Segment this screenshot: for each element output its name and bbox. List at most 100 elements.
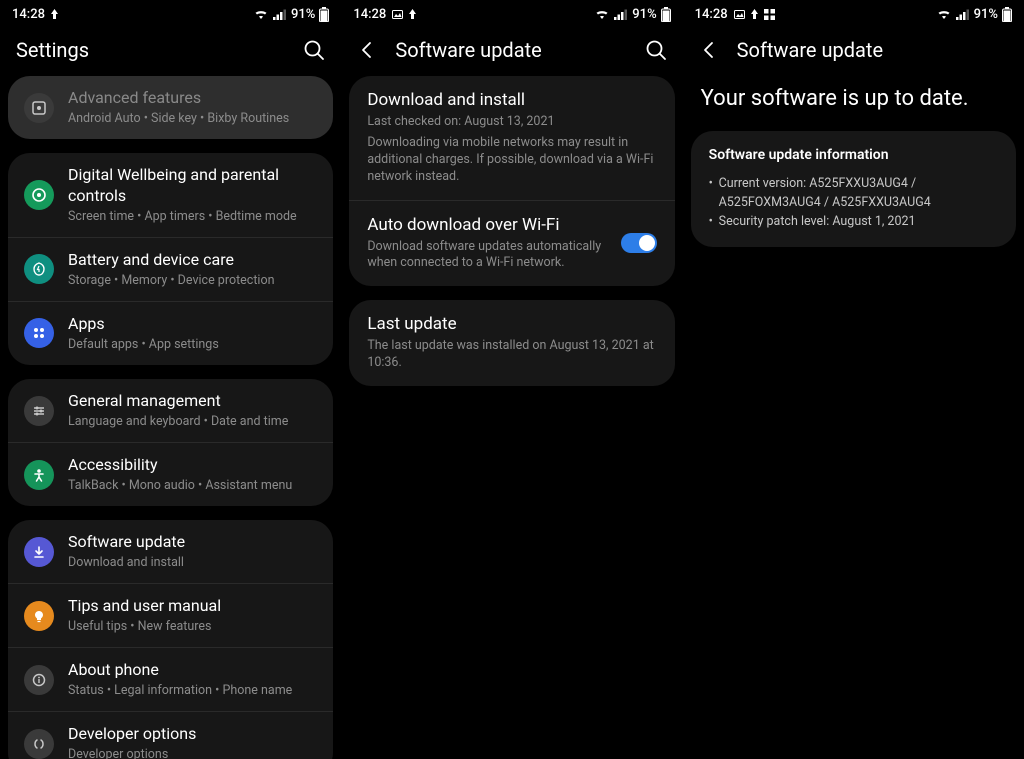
settings-group: Advanced features Android Auto • Side ke… (8, 76, 333, 139)
settings-item-tips[interactable]: Tips and user manual Useful tips • New f… (8, 583, 333, 647)
settings-item-developer-options[interactable]: Developer options Developer options (8, 711, 333, 759)
bullet-security-patch: Security patch level: August 1, 2021 (719, 213, 916, 232)
settings-group: Software update Download and install Tip… (8, 520, 333, 759)
item-title: Developer options (68, 724, 317, 745)
page-title: Settings (16, 38, 285, 62)
status-battery-pct: 91% (974, 7, 998, 22)
auto-download-item[interactable]: Auto download over Wi-Fi Download softwa… (349, 200, 674, 287)
settings-item-battery-care[interactable]: Battery and device care Storage • Memory… (8, 237, 333, 301)
screenshot-icon (392, 9, 403, 19)
item-sub: Language and keyboard • Date and time (68, 414, 317, 430)
battery-icon (661, 7, 671, 22)
item-title: Accessibility (68, 455, 317, 476)
signal-icon (956, 9, 970, 20)
item-sub: Screen time • App timers • Bedtime mode (68, 209, 317, 225)
header: Software update (683, 28, 1024, 76)
item-sub: Download software updates automatically … (367, 239, 610, 273)
item-title: Digital Wellbeing and parental controls (68, 165, 317, 207)
item-title: Apps (68, 314, 317, 335)
about-icon (24, 665, 54, 695)
settings-group: Digital Wellbeing and parental controls … (8, 153, 333, 365)
update-info-card: Software update information •Current ver… (691, 131, 1016, 247)
item-title: Last update (367, 314, 656, 334)
screenshot-icon (734, 9, 745, 19)
back-button[interactable] (357, 40, 377, 60)
item-title: Battery and device care (68, 250, 317, 271)
back-button[interactable] (699, 40, 719, 60)
item-sub: TalkBack • Mono audio • Assistant menu (68, 478, 317, 494)
settings-item-apps[interactable]: Apps Default apps • App settings (8, 301, 333, 365)
screen-update-status: 14:28 91% Sof (683, 0, 1024, 759)
tips-icon (24, 601, 54, 631)
settings-group: General management Language and keyboard… (8, 379, 333, 506)
developer-icon (24, 729, 54, 759)
battery-care-icon (24, 254, 54, 284)
status-time: 14:28 (12, 7, 45, 22)
item-sub: Download and install (68, 555, 317, 571)
last-update-card: Last update The last update was installe… (349, 300, 674, 386)
info-bullets: •Current version: A525FXXU3AUG4 / A525FO… (709, 175, 998, 231)
battery-icon (1002, 7, 1012, 22)
item-sub: Android Auto • Side key • Bixby Routines (68, 111, 317, 127)
battery-icon (319, 7, 329, 22)
apps-tray-icon (764, 9, 775, 20)
settings-item-advanced-features[interactable]: Advanced features Android Auto • Side ke… (8, 76, 333, 139)
search-button[interactable] (645, 39, 667, 61)
settings-item-accessibility[interactable]: Accessibility TalkBack • Mono audio • As… (8, 442, 333, 506)
update-status-headline: Your software is up to date. (683, 76, 1024, 131)
last-update-item[interactable]: Last update The last update was installe… (349, 300, 674, 386)
item-sub: Default apps • App settings (68, 337, 317, 353)
advanced-features-icon (24, 93, 54, 123)
item-sub-line1: Last checked on: August 13, 2021 (367, 114, 656, 131)
item-sub: The last update was installed on August … (367, 338, 656, 372)
notification-icon (51, 9, 58, 19)
status-bar: 14:28 91% (341, 0, 682, 28)
page-title: Software update (737, 38, 1008, 62)
status-bar: 14:28 91% (0, 0, 341, 28)
item-title: Auto download over Wi-Fi (367, 215, 610, 235)
status-battery-pct: 91% (632, 7, 656, 22)
item-title: About phone (68, 660, 317, 681)
status-battery-pct: 91% (291, 7, 315, 22)
item-sub: Storage • Memory • Device protection (68, 273, 317, 289)
settings-item-general-management[interactable]: General management Language and keyboard… (8, 379, 333, 442)
settings-item-software-update[interactable]: Software update Download and install (8, 520, 333, 583)
screen-settings: 14:28 91% Settings (0, 0, 341, 759)
download-install-item[interactable]: Download and install Last checked on: Au… (349, 76, 674, 200)
info-title: Software update information (709, 147, 998, 163)
item-title: Download and install (367, 90, 656, 110)
item-sub: Status • Legal information • Phone name (68, 683, 317, 699)
page-title: Software update (395, 38, 626, 62)
search-button[interactable] (303, 39, 325, 61)
item-title: Software update (68, 532, 317, 553)
item-title: Tips and user manual (68, 596, 317, 617)
settings-item-about-phone[interactable]: About phone Status • Legal information •… (8, 647, 333, 711)
accessibility-icon (24, 460, 54, 490)
bullet-current-version: Current version: A525FXXU3AUG4 / A525FOX… (719, 175, 998, 213)
signal-icon (273, 9, 287, 20)
wifi-icon (594, 8, 610, 20)
screen-software-update: 14:28 91% Software update (341, 0, 682, 759)
general-icon (24, 396, 54, 426)
item-title: Advanced features (68, 88, 317, 109)
status-bar: 14:28 91% (683, 0, 1024, 28)
apps-icon (24, 318, 54, 348)
settings-item-digital-wellbeing[interactable]: Digital Wellbeing and parental controls … (8, 153, 333, 237)
wifi-icon (936, 8, 952, 20)
wifi-icon (253, 8, 269, 20)
notification-icon (751, 9, 758, 19)
signal-icon (614, 9, 628, 20)
wellbeing-icon (24, 180, 54, 210)
header: Software update (341, 28, 682, 76)
software-update-icon (24, 537, 54, 567)
item-title: General management (68, 391, 317, 412)
header: Settings (0, 28, 341, 76)
status-time: 14:28 (695, 7, 728, 22)
item-sub: Useful tips • New features (68, 619, 317, 635)
status-time: 14:28 (353, 7, 386, 22)
update-card: Download and install Last checked on: Au… (349, 76, 674, 286)
notification-icon (409, 9, 416, 19)
item-sub-line2: Downloading via mobile networks may resu… (367, 135, 656, 186)
item-sub: Developer options (68, 747, 317, 759)
auto-download-toggle[interactable] (621, 233, 657, 253)
